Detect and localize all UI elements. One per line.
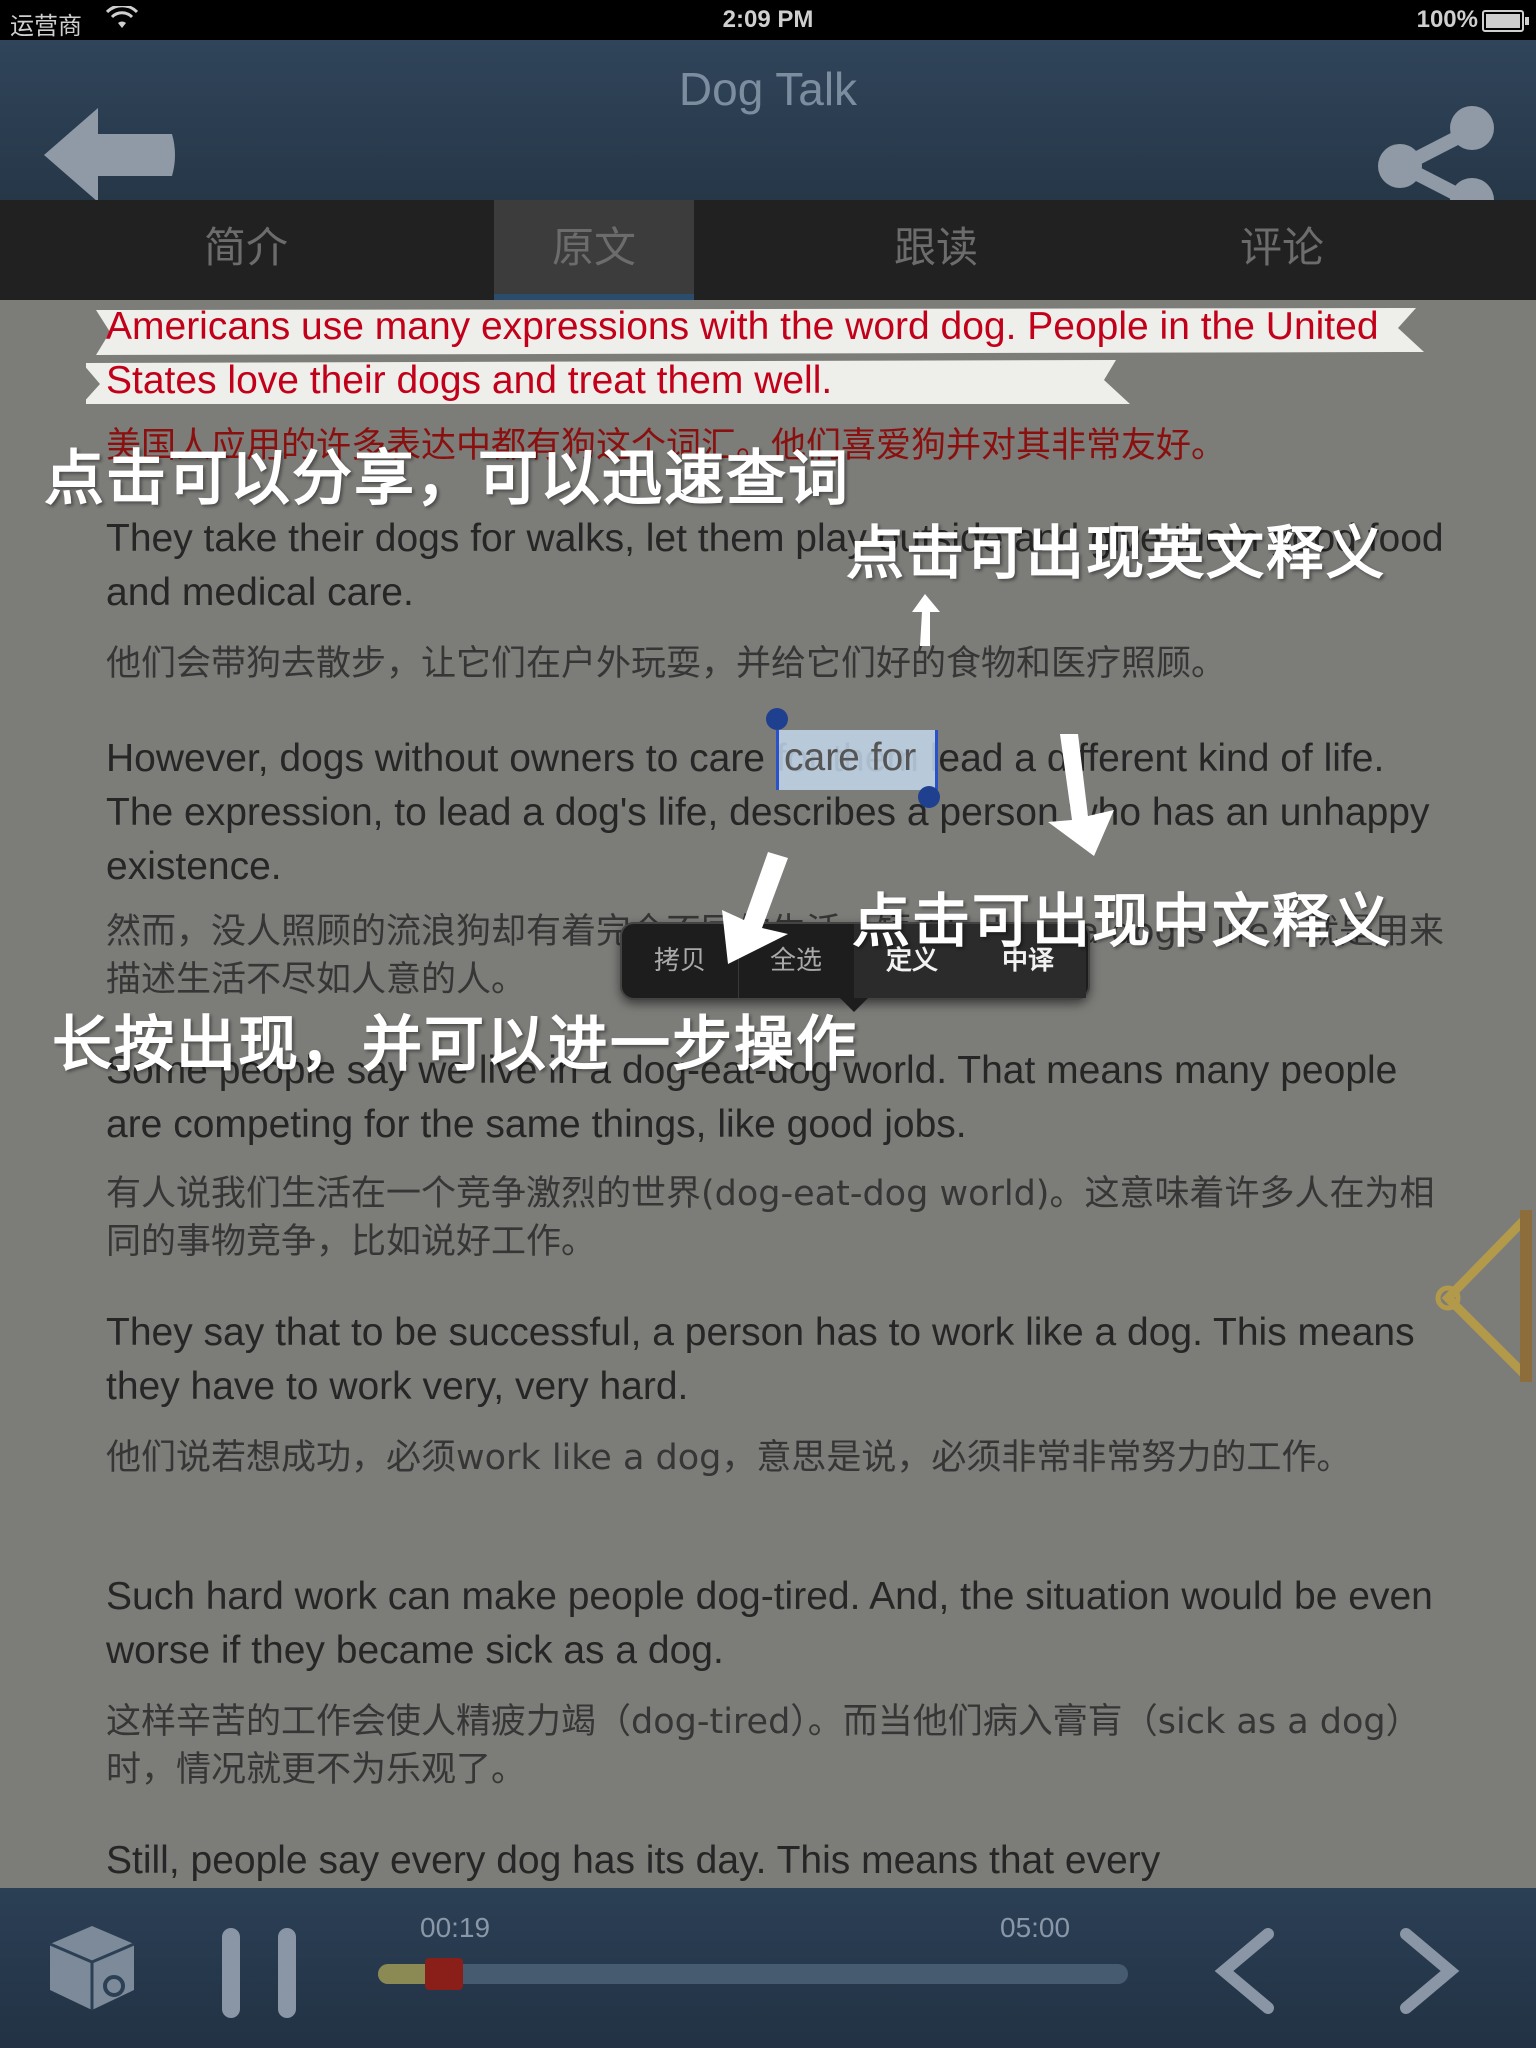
pause-icon [222,1928,240,2018]
paragraph-zh[interactable]: 有人说我们生活在一个竞争激烈的世界(dog-eat-dog world)。这意味… [106,1170,1446,1266]
selected-word: care for [784,736,917,779]
prev-button[interactable] [1210,1928,1280,2014]
back-arrow-icon [44,108,175,202]
battery-icon [1482,10,1529,32]
nav-bar: Dog Talk [0,40,1536,222]
tab-original[interactable]: 原文 [494,200,694,300]
tab-bar: 简介 原文 跟读 评论 [0,200,1536,300]
selection-handle-start[interactable] [766,708,788,730]
paragraph-en[interactable]: They say that to be successful, a person… [106,1306,1446,1414]
tab-comments[interactable]: 评论 [1182,200,1382,300]
status-time: 2:09 PM [722,6,814,33]
progress-thumb[interactable] [425,1958,463,1990]
tab-intro[interactable]: 简介 [146,200,346,300]
page-title: Dog Talk [678,63,858,115]
settings-box-icon[interactable] [42,1918,142,2018]
annotation-share: 点击可以分享，可以迅速查词 [44,444,850,514]
next-button[interactable] [1394,1928,1464,2014]
arrow-down-icon [722,852,788,964]
selection-handle-end[interactable] [918,786,940,808]
paragraph-en[interactable]: Still, people say every dog has its day.… [106,1834,1446,1888]
total-time: 05:00 [1000,1912,1071,1943]
back-button[interactable] [40,100,180,210]
status-bar: 运营商 2:09 PM 100% [0,0,1536,40]
paragraph-zh[interactable]: 他们说若想成功，必须work like a dog，意思是说，必须非常非常努力的… [106,1434,1446,1482]
paragraph-zh[interactable]: 这样辛苦的工作会使人精疲力竭（dog-tired）。而当他们病入膏肓（sick … [106,1698,1446,1794]
drawer-handle[interactable] [1428,1206,1536,1386]
battery-percent: 100% [1416,6,1478,33]
progress-slider[interactable] [378,1958,1128,1990]
tab-follow-read[interactable]: 跟读 [836,200,1036,300]
audio-player: 00:19 05:00 [0,1888,1536,2048]
annotation-define: 点击可出现英文释义 [846,519,1387,587]
annotation-longpress: 长按出现，并可以进一步操作 [52,1010,858,1080]
current-time: 00:19 [420,1912,491,1943]
arrow-down-icon [1048,734,1114,856]
pause-button[interactable] [222,1928,298,2018]
paragraph-zh[interactable]: 他们会带狗去散步，让它们在户外玩耍，并给它们好的食物和医疗照顾。 [106,640,1446,688]
paragraph-en[interactable]: Americans use many expressions with the … [106,300,1446,408]
article-content[interactable]: Americans use many expressions with the … [0,300,1536,1888]
paragraph-en[interactable]: Such hard work can make people dog-tired… [106,1570,1446,1678]
arrow-up-icon [912,594,940,646]
annotation-translate: 点击可出现中文释义 [852,887,1393,955]
